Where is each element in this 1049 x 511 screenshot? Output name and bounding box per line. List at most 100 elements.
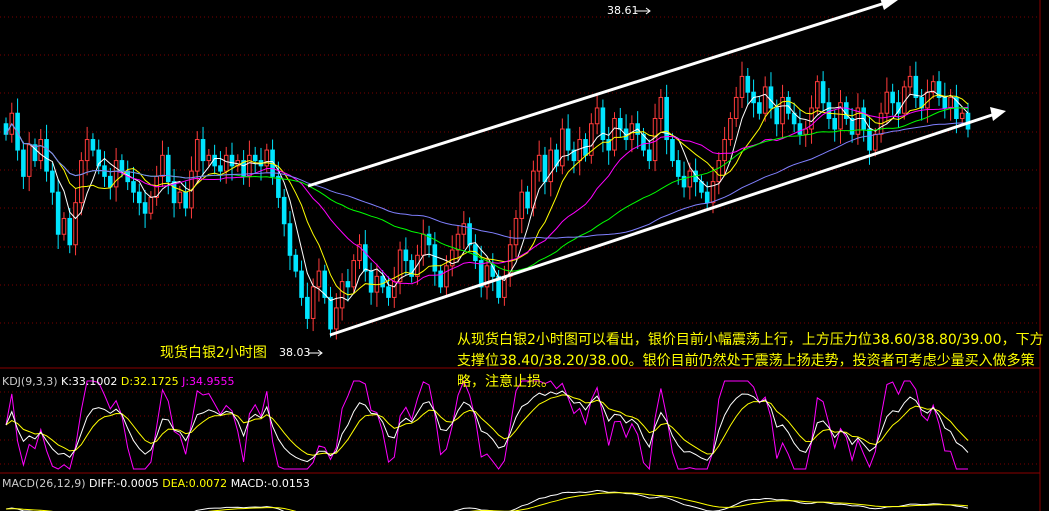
- candle-body: [339, 281, 345, 309]
- candle-body: [820, 81, 826, 104]
- candle-body: [44, 139, 49, 172]
- candle: [612, 112, 617, 157]
- analysis-annotation: 从现货白银2小时图可以看出，银价目前小幅震荡上行，上方压力位38.60/38.8…: [457, 332, 1044, 390]
- candle-body: [363, 244, 368, 272]
- candle-body: [577, 139, 583, 162]
- candle-body: [84, 139, 90, 162]
- candle-body: [658, 96, 664, 119]
- candle-body: [386, 286, 391, 298]
- macd-legend: MACD(26,12,9) DIFF:-0.0005 DEA:0.0072 MA…: [2, 477, 310, 490]
- candle-body: [90, 139, 96, 151]
- candle-body: [913, 75, 919, 98]
- candle-body: [26, 144, 32, 177]
- candle-body: [420, 233, 426, 256]
- candle-body: [345, 281, 351, 288]
- candle-body: [264, 149, 270, 167]
- candle-body: [815, 81, 820, 109]
- candle-body: [305, 296, 310, 319]
- candle-body: [612, 117, 617, 151]
- candle-body: [652, 117, 658, 162]
- candle-body: [55, 191, 61, 235]
- candle-body: [745, 75, 751, 93]
- candle-body: [206, 154, 212, 162]
- candle-body: [38, 139, 44, 162]
- macd-label: MACD(26,12,9): [2, 477, 86, 490]
- candle-body: [50, 170, 55, 193]
- candle-body: [351, 260, 357, 288]
- candle-body: [119, 160, 125, 172]
- candle-body: [722, 139, 727, 162]
- candle-body: [194, 139, 200, 172]
- candle-body: [942, 96, 948, 109]
- kdj-j: J:34.9555: [182, 375, 235, 388]
- candle-body: [276, 175, 281, 198]
- candle-body: [600, 107, 606, 141]
- kdj-d: D:32.1725: [120, 375, 179, 388]
- candle-body: [397, 249, 403, 283]
- candle-body: [525, 191, 530, 209]
- candle-body: [542, 154, 548, 183]
- candle-body: [461, 223, 467, 235]
- candle-body: [287, 223, 293, 256]
- candle-body: [646, 149, 652, 162]
- candle-body: [733, 96, 739, 119]
- kdj-legend: KDJ(9,3,3) K:33.1002 D:32.1725 J:34.9555: [2, 375, 235, 388]
- candle-body: [594, 107, 600, 125]
- candle-body: [218, 165, 223, 172]
- candle-body: [61, 217, 67, 235]
- candle-body: [334, 307, 339, 330]
- chart-title: 现货白银2小时图: [160, 345, 267, 361]
- candle-body: [328, 296, 333, 330]
- candle-body: [768, 86, 774, 109]
- candle-body: [872, 133, 878, 151]
- candle-body: [200, 139, 206, 162]
- candle-body: [79, 160, 84, 204]
- candle-body: [467, 223, 472, 246]
- candle-body: [959, 112, 965, 119]
- candle-body: [229, 154, 235, 167]
- candle-body: [177, 191, 183, 204]
- candle-body: [299, 270, 304, 298]
- candle: [322, 264, 328, 304]
- candle-body: [432, 244, 438, 272]
- candle-body: [728, 117, 733, 141]
- candle-body: [739, 75, 745, 98]
- candle-body: [513, 217, 519, 246]
- candle-body: [223, 154, 229, 172]
- candle-body: [142, 202, 148, 214]
- macd-diff: DIFF:-0.0005: [89, 477, 159, 490]
- candle-body: [710, 181, 716, 204]
- high-marker-label: 38.61: [607, 4, 639, 17]
- candle-body: [136, 191, 142, 204]
- candle-body: [247, 154, 252, 177]
- candle-body: [670, 139, 675, 162]
- candle-body: [148, 196, 154, 214]
- candle-body: [21, 149, 26, 177]
- candle-body: [438, 270, 443, 288]
- candle-body: [131, 181, 136, 193]
- low-marker-label: 38.03: [279, 346, 311, 359]
- candle-body: [316, 270, 322, 288]
- chart-canvas: [0, 0, 1049, 511]
- macd-dea: DEA:0.0072: [162, 477, 228, 490]
- candle-body: [797, 123, 803, 135]
- candle-body: [293, 254, 299, 272]
- candle-body: [519, 191, 525, 219]
- candle-body: [73, 202, 78, 246]
- candle-body: [704, 191, 710, 204]
- candle-body: [160, 154, 165, 177]
- candle-body: [907, 75, 913, 88]
- candle-body: [832, 117, 838, 130]
- candle-body: [391, 281, 397, 298]
- candle-body: [803, 128, 809, 135]
- candle-body: [455, 233, 461, 251]
- candle-body: [403, 249, 409, 262]
- candle-body: [368, 270, 374, 293]
- candle-body: [867, 128, 872, 151]
- candle-body: [67, 217, 73, 246]
- kdj-k: K:33.1002: [61, 375, 118, 388]
- candle-body: [183, 191, 188, 209]
- candle-body: [380, 275, 385, 288]
- candle-body: [890, 91, 895, 104]
- candle-body: [281, 196, 287, 225]
